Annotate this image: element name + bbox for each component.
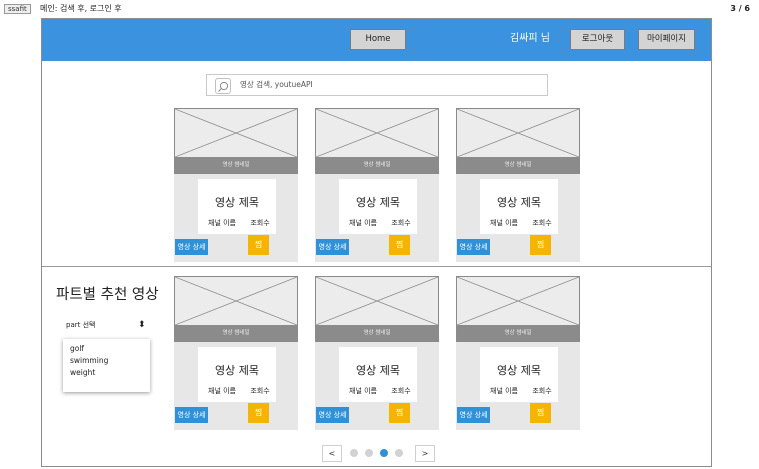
video-title[interactable]: 영상 제목 xyxy=(198,196,276,209)
mypage-button[interactable]: 마이페이지 xyxy=(638,29,695,50)
channel-name: 채널 이름 xyxy=(202,384,242,398)
search-icon xyxy=(215,78,231,94)
video-thumbnail[interactable]: 영상 썸네일 xyxy=(315,108,439,174)
video-info: 영상 제목채널 이름 조회수 xyxy=(480,179,558,234)
video-card: 영상 썸네일영상 제목채널 이름 조회수영상 상세 찜 xyxy=(315,108,439,262)
view-count: 조회수 xyxy=(530,384,554,398)
part-select-label: part 선택 xyxy=(66,321,96,329)
thumbnail-label: 영상 썸네일 xyxy=(457,157,579,173)
video-title[interactable]: 영상 제목 xyxy=(339,196,417,209)
page-indicator: 3 / 6 xyxy=(730,4,750,13)
video-thumbnail[interactable]: 영상 썸네일 xyxy=(456,108,580,174)
thumbnail-label: 영상 썸네일 xyxy=(316,157,438,173)
favorite-button[interactable]: 찜 xyxy=(530,403,551,423)
view-count: 조회수 xyxy=(389,384,413,398)
section-title: 파트별 추천 영상 xyxy=(56,287,159,303)
video-card: 영상 썸네일영상 제목채널 이름 조회수영상 상세 찜 xyxy=(456,276,580,430)
video-thumbnail[interactable]: 영상 썸네일 xyxy=(315,276,439,342)
breadcrumb: 메인: 검색 후, 로그인 후 xyxy=(40,4,122,13)
video-card: 영상 썸네일영상 제목채널 이름 조회수영상 상세 찜 xyxy=(174,276,298,430)
video-info: 영상 제목채널 이름 조회수 xyxy=(480,347,558,402)
app-frame: Home 김싸피 님 로그아웃 마이페이지 영상 검색, youtueAPI 영… xyxy=(41,18,712,467)
search-input[interactable]: 영상 검색, youtueAPI xyxy=(206,74,548,96)
pagination-dot[interactable] xyxy=(380,449,388,457)
thumbnail-label: 영상 썸네일 xyxy=(175,157,297,173)
section-divider xyxy=(42,266,711,267)
thumbnail-label: 영상 썸네일 xyxy=(175,325,297,341)
video-thumbnail[interactable]: 영상 썸네일 xyxy=(456,276,580,342)
video-thumbnail[interactable]: 영상 썸네일 xyxy=(174,108,298,174)
home-button[interactable]: Home xyxy=(350,29,406,50)
channel-name: 채널 이름 xyxy=(343,384,383,398)
favorite-button[interactable]: 찜 xyxy=(530,235,551,255)
view-count: 조회수 xyxy=(248,216,272,230)
video-thumbnail[interactable]: 영상 썸네일 xyxy=(174,276,298,342)
thumbnail-label: 영상 썸네일 xyxy=(316,325,438,341)
search-placeholder: 영상 검색, youtueAPI xyxy=(240,80,313,89)
video-title[interactable]: 영상 제목 xyxy=(480,196,558,209)
video-detail-button[interactable]: 영상 상세 xyxy=(316,239,349,255)
video-detail-button[interactable]: 영상 상세 xyxy=(457,407,490,423)
part-dropdown: golf swimming weight xyxy=(63,339,150,392)
video-title[interactable]: 영상 제목 xyxy=(339,364,417,377)
video-title[interactable]: 영상 제목 xyxy=(480,364,558,377)
pagination-prev-button[interactable]: < xyxy=(322,445,342,462)
project-tag: ssafit xyxy=(4,4,31,14)
favorite-button[interactable]: 찜 xyxy=(389,403,410,423)
video-detail-button[interactable]: 영상 상세 xyxy=(175,407,208,423)
part-option-golf[interactable]: golf xyxy=(70,343,84,355)
page-header: ssafit 메인: 검색 후, 로그인 후 3 / 6 xyxy=(0,0,759,16)
favorite-button[interactable]: 찜 xyxy=(248,235,269,255)
video-info: 영상 제목채널 이름 조회수 xyxy=(198,179,276,234)
user-name: 김싸피 님 xyxy=(510,33,550,44)
thumbnail-label: 영상 썸네일 xyxy=(457,325,579,341)
video-title[interactable]: 영상 제목 xyxy=(198,364,276,377)
video-card: 영상 썸네일영상 제목채널 이름 조회수영상 상세 찜 xyxy=(315,276,439,430)
select-caret-icon: ⬍ xyxy=(138,320,146,330)
video-info: 영상 제목채널 이름 조회수 xyxy=(198,347,276,402)
part-select[interactable]: part 선택 ⬍ xyxy=(56,317,150,334)
pagination-dot[interactable] xyxy=(395,449,403,457)
video-detail-button[interactable]: 영상 상세 xyxy=(316,407,349,423)
pagination-dot[interactable] xyxy=(350,449,358,457)
favorite-button[interactable]: 찜 xyxy=(248,403,269,423)
video-card: 영상 썸네일영상 제목채널 이름 조회수영상 상세 찜 xyxy=(174,108,298,262)
logout-button[interactable]: 로그아웃 xyxy=(570,29,625,50)
nav-bar: Home 김싸피 님 로그아웃 마이페이지 xyxy=(42,19,711,61)
channel-name: 채널 이름 xyxy=(343,216,383,230)
part-option-weight[interactable]: weight xyxy=(70,367,95,379)
pagination-next-button[interactable]: > xyxy=(415,445,435,462)
favorite-button[interactable]: 찜 xyxy=(389,235,410,255)
channel-name: 채널 이름 xyxy=(202,216,242,230)
video-detail-button[interactable]: 영상 상세 xyxy=(457,239,490,255)
view-count: 조회수 xyxy=(530,216,554,230)
view-count: 조회수 xyxy=(248,384,272,398)
channel-name: 채널 이름 xyxy=(484,384,524,398)
pagination-dot[interactable] xyxy=(365,449,373,457)
video-detail-button[interactable]: 영상 상세 xyxy=(175,239,208,255)
part-option-swimming[interactable]: swimming xyxy=(70,355,108,367)
video-info: 영상 제목채널 이름 조회수 xyxy=(339,179,417,234)
video-card: 영상 썸네일영상 제목채널 이름 조회수영상 상세 찜 xyxy=(456,108,580,262)
channel-name: 채널 이름 xyxy=(484,216,524,230)
video-info: 영상 제목채널 이름 조회수 xyxy=(339,347,417,402)
view-count: 조회수 xyxy=(389,216,413,230)
